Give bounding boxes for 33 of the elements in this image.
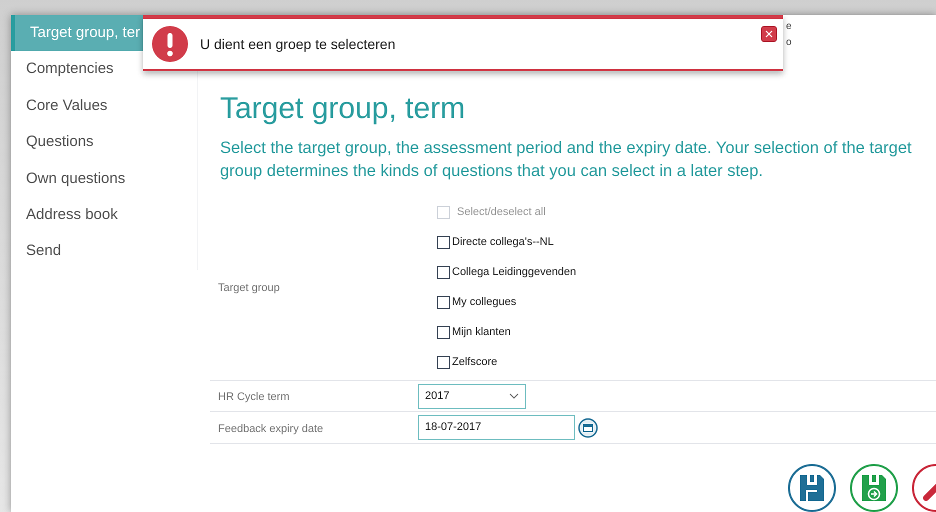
field-label: HR Cycle term	[218, 391, 290, 403]
save-and-continue-button[interactable]	[850, 464, 898, 512]
group-option[interactable]: Collega Leidinggevenden	[418, 257, 576, 287]
date-field[interactable]: 18-07-2017	[418, 415, 575, 440]
checkbox[interactable]	[437, 326, 450, 338]
header-text: o	[786, 36, 792, 50]
sidebar-item[interactable]: Questions	[11, 124, 197, 161]
page-description: Select the target group, the assessment period and the expiry date. Your selection of the target group determines the kinds of questions that you can select in a later step.	[220, 138, 913, 182]
sidebar-item[interactable]: Core Values	[11, 88, 197, 124]
close-icon	[765, 30, 773, 38]
error-message: U dient een groep te selecteren	[200, 34, 396, 54]
group-option[interactable]: Zelfscore	[418, 347, 576, 377]
save-button[interactable]	[788, 464, 836, 512]
close-button[interactable]	[761, 26, 777, 42]
sidebar-item[interactable]: Own questions	[11, 160, 197, 198]
field-label: Target group	[218, 281, 280, 296]
checkbox[interactable]	[437, 266, 450, 278]
checkbox[interactable]	[437, 236, 450, 248]
term-dropdown[interactable]: 2017	[418, 384, 526, 408]
header-text: e	[786, 20, 792, 34]
group-option[interactable]: Directe collega's--NL	[418, 227, 576, 257]
calendar-icon[interactable]	[578, 418, 598, 438]
checkbox[interactable]	[437, 296, 450, 308]
floppy-disk-arrow-icon	[860, 473, 888, 503]
exclamation-icon	[152, 26, 188, 62]
chevron-down-icon	[509, 393, 519, 399]
checkbox[interactable]	[437, 356, 450, 368]
page-title: Target group, term	[220, 91, 466, 127]
sidebar-item[interactable]: Send	[11, 234, 197, 270]
field-label: Feedback expiry date	[218, 422, 324, 434]
group-option[interactable]: Mijn klanten	[418, 317, 576, 347]
sidebar-item[interactable]: Address book	[11, 197, 197, 234]
group-option[interactable]: My collegues	[418, 287, 576, 317]
